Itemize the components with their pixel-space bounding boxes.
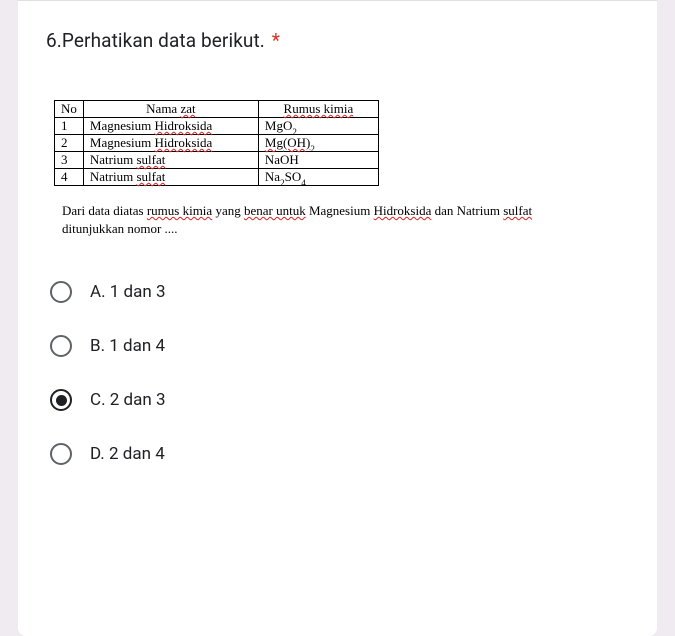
cell-nama: Magnesium Hidroksida [83,118,258,135]
data-table: No Nama zat Rumus kimia 1 Magnesium Hidr… [54,100,379,186]
table-row: 2 Magnesium Hidroksida Mg(OH)2 [55,135,379,152]
data-table-block: No Nama zat Rumus kimia 1 Magnesium Hidr… [54,100,629,237]
cell-nama: Natrium sulfat [83,169,258,186]
option-label: D. 2 dan 4 [90,444,165,464]
cell-rumus: Mg(OH)2 [258,135,378,152]
radio-icon[interactable] [50,281,72,303]
cell-no: 4 [55,169,84,186]
table-row: 4 Natrium sulfat Na2SO4 [55,169,379,186]
question-body-text: Dari data diatas rumus kimia yang benar … [62,202,629,237]
option-b[interactable]: B. 1 dan 4 [50,335,629,357]
options-group: A. 1 dan 3 B. 1 dan 4 C. 2 dan 3 D. 2 da… [50,281,629,465]
cell-no: 1 [55,118,84,135]
question-card: 6.Perhatikan data berikut. * No Nama zat… [18,0,657,636]
header-no: No [55,101,84,118]
table-header-row: No Nama zat Rumus kimia [55,101,379,118]
required-star: * [272,29,280,52]
cell-no: 3 [55,152,84,169]
cell-nama: Magnesium Hidroksida [83,135,258,152]
question-title: 6.Perhatikan data berikut. * [46,29,629,52]
option-a[interactable]: A. 1 dan 3 [50,281,629,303]
option-c[interactable]: C. 2 dan 3 [50,389,629,411]
cell-rumus: MgO2 [258,118,378,135]
cell-rumus: Na2SO4 [258,169,378,186]
option-label: C. 2 dan 3 [90,390,166,410]
cell-nama: Natrium sulfat [83,152,258,169]
option-d[interactable]: D. 2 dan 4 [50,443,629,465]
cell-no: 2 [55,135,84,152]
header-nama: Nama zat [83,101,258,118]
radio-icon[interactable] [50,443,72,465]
table-row: 1 Magnesium Hidroksida MgO2 [55,118,379,135]
option-label: B. 1 dan 4 [90,336,165,356]
header-rumus: Rumus kimia [258,101,378,118]
cell-rumus: NaOH [258,152,378,169]
option-label: A. 1 dan 3 [90,282,166,302]
table-row: 3 Natrium sulfat NaOH [55,152,379,169]
radio-icon[interactable] [50,389,72,411]
radio-icon[interactable] [50,335,72,357]
question-title-text: 6.Perhatikan data berikut. [46,29,265,52]
